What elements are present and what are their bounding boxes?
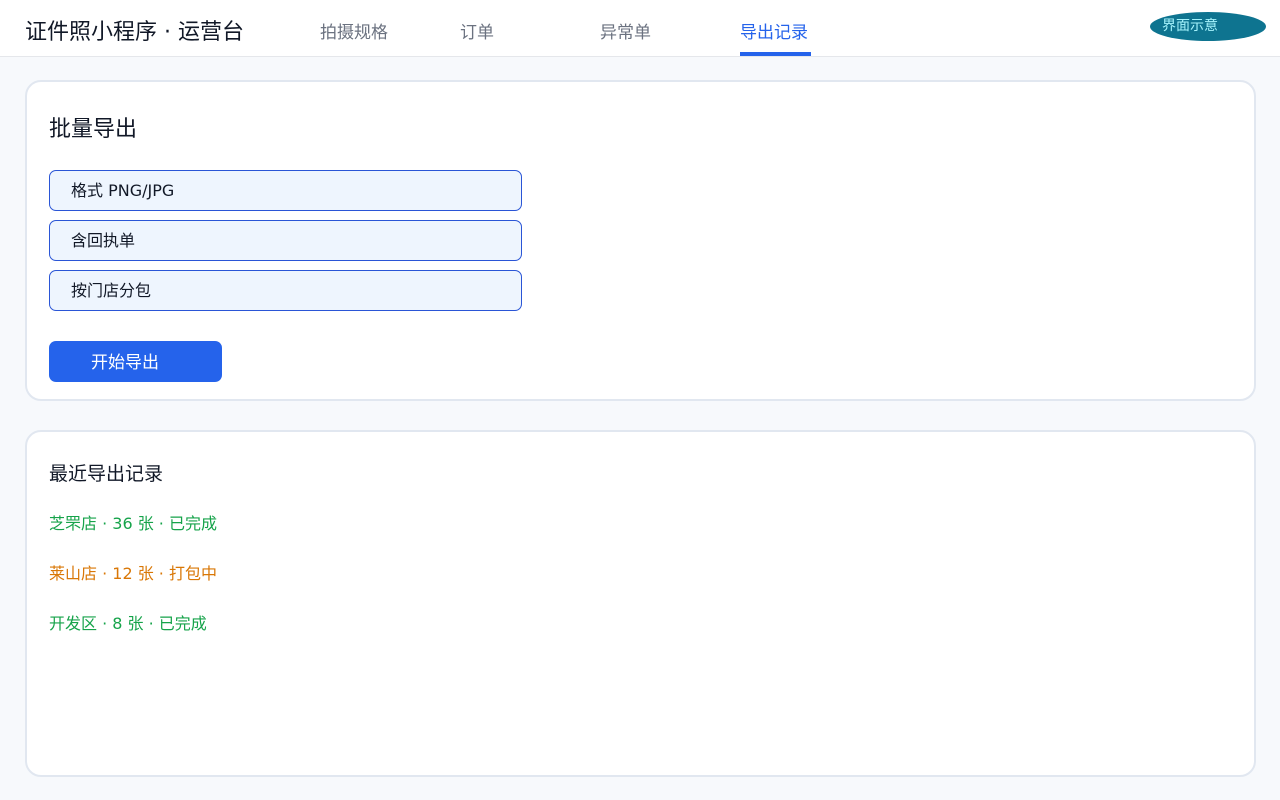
- option-format[interactable]: 格式 PNG/JPG: [49, 170, 522, 211]
- list-item: 莱山店 · 12 张 · 打包中: [49, 564, 217, 583]
- option-split-by-store[interactable]: 按门店分包: [49, 270, 522, 311]
- recent-exports-card: 最近导出记录 芝罘店 · 36 张 · 已完成 莱山店 · 12 张 · 打包中…: [25, 430, 1256, 777]
- demo-badge: 界面示意: [1150, 12, 1266, 41]
- tab-orders[interactable]: 订单: [460, 22, 494, 44]
- batch-export-card: 批量导出 格式 PNG/JPG 含回执单 按门店分包 开始导出: [25, 80, 1256, 401]
- tab-shooting-specs[interactable]: 拍摄规格: [320, 22, 388, 44]
- recent-exports-title: 最近导出记录: [49, 463, 164, 485]
- list-item: 开发区 · 8 张 · 已完成: [49, 614, 207, 633]
- batch-export-title: 批量导出: [49, 117, 138, 142]
- tab-export-records[interactable]: 导出记录: [740, 22, 808, 44]
- top-bar: 证件照小程序 · 运营台 拍摄规格 订单 异常单 导出记录 界面示意: [0, 0, 1280, 57]
- start-export-button[interactable]: 开始导出: [49, 341, 222, 382]
- list-item: 芝罘店 · 36 张 · 已完成: [49, 514, 217, 533]
- app-title: 证件照小程序 · 运营台: [25, 20, 244, 45]
- tab-exceptions[interactable]: 异常单: [600, 22, 651, 44]
- active-tab-indicator: [740, 52, 811, 56]
- option-include-receipt[interactable]: 含回执单: [49, 220, 522, 261]
